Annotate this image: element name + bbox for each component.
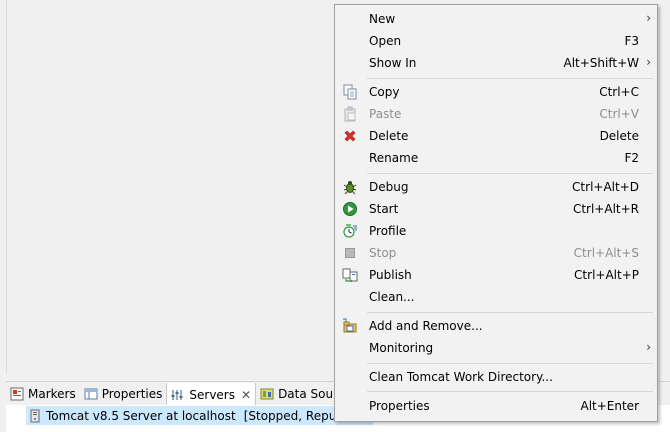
tab-markers[interactable]: Markers — [6, 382, 80, 406]
publish-icon — [342, 267, 358, 283]
menu-item-copy[interactable]: Copy Ctrl+C — [337, 81, 655, 103]
start-icon — [342, 201, 358, 217]
menu-item-clean-work-dir[interactable]: Clean Tomcat Work Directory... — [337, 366, 655, 388]
menu-item-monitoring[interactable]: Monitoring › — [337, 337, 655, 359]
copy-icon — [342, 84, 358, 100]
menu-item-rename[interactable]: Rename F2 — [337, 147, 655, 169]
menu-separator — [367, 173, 653, 174]
menu-item-add-remove[interactable]: Add and Remove... — [337, 315, 655, 337]
menu-item-clean[interactable]: Clean... — [337, 286, 655, 308]
submenu-arrow-icon: › — [646, 340, 651, 354]
tab-properties[interactable]: Properties — [80, 382, 167, 406]
servers-icon — [171, 388, 185, 402]
tab-servers-label: Servers — [189, 387, 235, 402]
data-source-icon — [260, 387, 274, 401]
menu-separator — [367, 312, 653, 313]
menu-item-show-in[interactable]: Show In Alt+Shift+W › — [337, 52, 655, 74]
paste-icon — [342, 106, 358, 122]
debug-icon — [342, 179, 358, 195]
menu-item-publish[interactable]: Publish Ctrl+Alt+P — [337, 264, 655, 286]
menu-item-start[interactable]: Start Ctrl+Alt+R — [337, 198, 655, 220]
menu-separator — [367, 391, 653, 392]
submenu-arrow-icon: › — [646, 11, 651, 25]
menu-item-paste[interactable]: Paste Ctrl+V — [337, 103, 655, 125]
tab-servers[interactable]: Servers ✕ — [166, 383, 257, 406]
tab-markers-label: Markers — [28, 387, 76, 401]
add-remove-icon — [342, 318, 358, 334]
server-name: Tomcat v8.5 Server at localhost — [46, 408, 236, 423]
server-row[interactable]: Tomcat v8.5 Server at localhost [Stopped… — [26, 406, 374, 425]
menu-item-new[interactable]: New › — [337, 8, 655, 30]
tab-properties-label: Properties — [101, 387, 163, 401]
properties-icon — [84, 387, 98, 401]
workspace: Markers Properties Servers ✕ Data Source — [0, 0, 670, 432]
stop-icon — [342, 245, 358, 261]
menu-item-open[interactable]: Open F3 — [337, 30, 655, 52]
menu-item-debug[interactable]: Debug Ctrl+Alt+D — [337, 176, 655, 198]
delete-icon — [342, 128, 358, 144]
menu-separator — [367, 78, 653, 79]
menu-item-stop[interactable]: Stop Ctrl+Alt+S — [337, 242, 655, 264]
menu-item-properties[interactable]: Properties Alt+Enter — [337, 395, 655, 417]
submenu-arrow-icon: › — [646, 55, 651, 69]
markers-icon — [10, 387, 24, 401]
context-menu: New › Open F3 Show In Alt+Shift+W › Copy… — [334, 4, 658, 422]
close-icon[interactable]: ✕ — [241, 388, 251, 402]
menu-item-profile[interactable]: Profile — [337, 220, 655, 242]
menu-item-delete[interactable]: Delete Delete — [337, 125, 655, 147]
server-icon — [28, 409, 42, 423]
profile-icon — [342, 223, 358, 239]
menu-separator — [367, 363, 653, 364]
